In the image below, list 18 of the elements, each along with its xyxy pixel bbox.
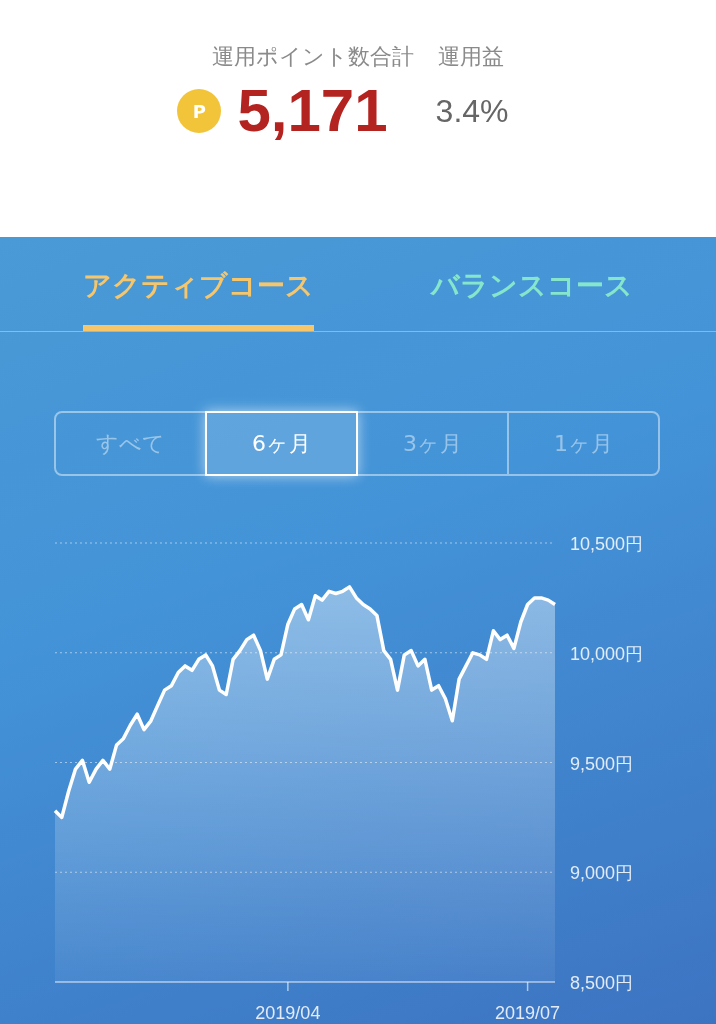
x-axis-label: 2019/04 xyxy=(255,1003,321,1023)
points-label: 運用ポイント数合計 xyxy=(212,43,414,71)
period-tab[interactable]: 6ヶ月 xyxy=(205,411,358,476)
course-tab[interactable]: バランスコース xyxy=(431,237,634,331)
y-axis-label: 10,500円 xyxy=(570,534,644,554)
period-tab[interactable]: 3ヶ月 xyxy=(358,413,507,474)
course-tab[interactable]: アクティブコース xyxy=(82,237,314,331)
x-axis-label: 2019/07 xyxy=(495,1003,561,1023)
y-axis-label: 8,500円 xyxy=(570,973,634,993)
point-coin-icon: P xyxy=(177,89,222,133)
period-tab[interactable]: すべて xyxy=(56,413,205,474)
points-total: 5,171 xyxy=(237,81,388,141)
y-axis-label: 9,500円 xyxy=(570,753,634,774)
profit-percentage: 3.4% xyxy=(435,92,509,131)
y-axis-label: 9,000円 xyxy=(570,863,634,884)
y-axis-label: 10,000円 xyxy=(570,643,644,664)
period-tab[interactable]: 1ヶ月 xyxy=(507,413,658,474)
profit-label: 運用益 xyxy=(438,43,504,71)
